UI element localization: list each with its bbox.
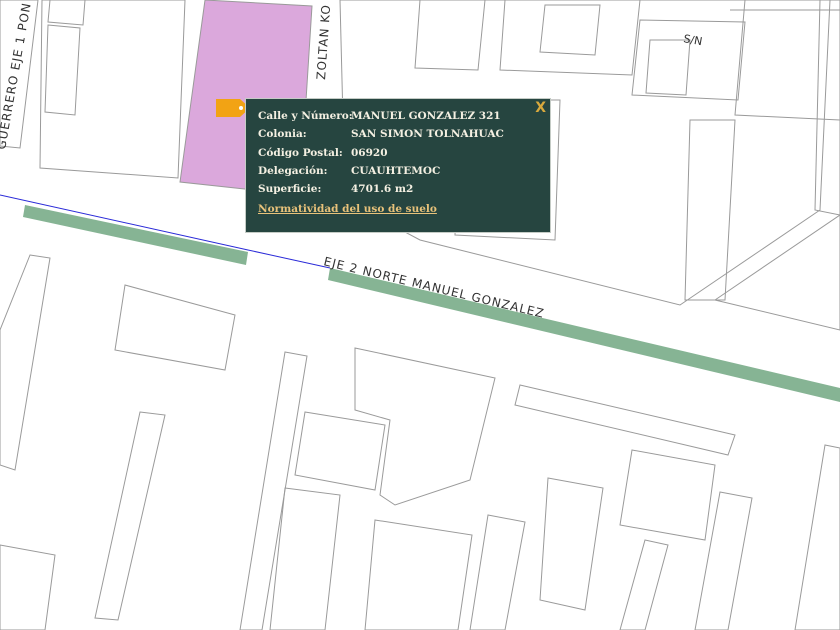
city-block: [469, 514, 526, 630]
city-block: [364, 519, 473, 630]
city-block: [539, 4, 601, 56]
street-label-zoltan: ZOLTAN KO: [314, 4, 333, 81]
city-block: [645, 39, 691, 96]
city-block: [734, 0, 840, 121]
city-block: [94, 411, 166, 621]
street-label-sn: S/N: [682, 32, 703, 48]
city-block: [47, 0, 86, 26]
info-label: Delegación:: [258, 164, 328, 177]
city-block: [0, 544, 56, 630]
info-value: SAN SIMON TOLNAHUAC: [351, 128, 504, 141]
city-block: [794, 444, 840, 630]
info-label: Calle y Número:: [258, 110, 353, 122]
city-block: [239, 351, 308, 630]
city-block: [619, 539, 669, 630]
info-value: CUAUHTEMOC: [351, 164, 441, 177]
info-row-address: Calle y Número:MANUEL GONZALEZ 321: [258, 110, 504, 128]
info-value: 4701.6 m2: [351, 183, 414, 196]
info-row-colonia: Colonia: SAN SIMON TOLNAHUAC: [258, 128, 504, 146]
map-canvas[interactable]: EJE 2 NORTE MANUEL GONZALEZ ZOLTAN KO GU…: [0, 0, 840, 630]
info-value: MANUEL GONZALEZ 321: [351, 110, 501, 122]
info-label: Superficie:: [258, 183, 322, 196]
city-block: [294, 411, 386, 491]
city-block: [44, 24, 81, 116]
land-use-link[interactable]: Normatividad del uso de suelo: [258, 203, 437, 215]
city-block: [694, 491, 753, 630]
info-value: 06920: [351, 146, 388, 159]
city-block: [713, 214, 840, 331]
info-row-superficie: Superficie: 4701.6 m2: [258, 183, 504, 201]
street-label-eje2: EJE 2 NORTE MANUEL GONZALEZ: [322, 254, 546, 321]
city-block: [619, 449, 716, 541]
green-strip: [328, 268, 840, 402]
info-label: Código Postal:: [258, 146, 343, 159]
green-strip: [23, 205, 248, 265]
info-row-postal-code: Código Postal: 06920: [258, 147, 504, 165]
city-block: [539, 477, 604, 611]
info-rows: Calle y Número:MANUEL GONZALEZ 321 Colon…: [258, 110, 504, 201]
info-popup: X Calle y Número:MANUEL GONZALEZ 321 Col…: [245, 98, 551, 233]
city-block: [269, 487, 341, 630]
info-label: Colonia:: [258, 128, 307, 141]
city-block: [514, 384, 736, 456]
city-block: [814, 0, 840, 216]
info-row-delegacion: Delegación: CUAUHTEMOC: [258, 165, 504, 183]
city-block: [0, 254, 51, 471]
city-block: [114, 284, 236, 371]
city-block: [414, 0, 486, 71]
city-block: [499, 0, 641, 76]
close-icon[interactable]: X: [535, 100, 546, 116]
